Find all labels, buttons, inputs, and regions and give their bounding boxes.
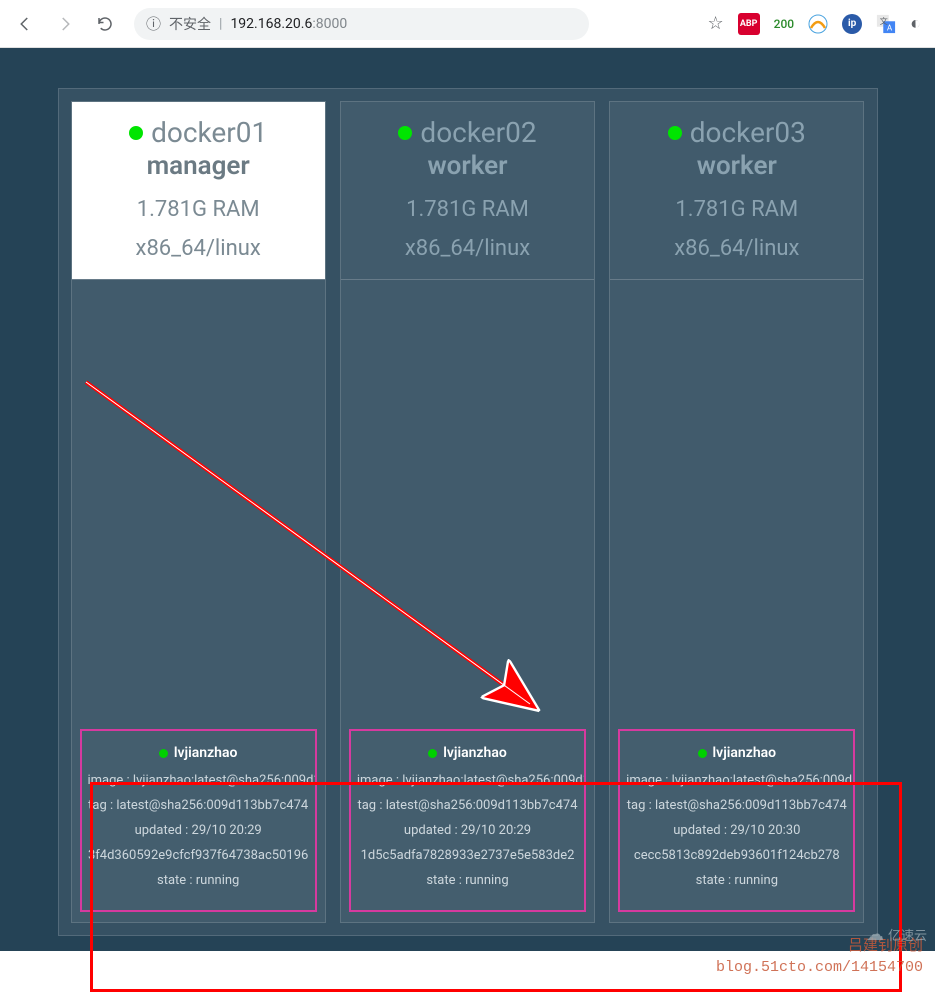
svg-text:A: A — [887, 22, 893, 32]
task-image: image : lvjianzhao:latest@sha256:009d113… — [626, 773, 847, 788]
status-dot-icon — [698, 749, 707, 758]
back-button[interactable] — [8, 7, 42, 41]
cloud-icon: ☁ — [866, 924, 884, 945]
task-card[interactable]: lvjianzhao image : lvjianzhao:latest@sha… — [80, 729, 317, 912]
node-column-docker03[interactable]: docker03 worker 1.781G RAM x86_64/linux … — [609, 101, 864, 923]
task-updated: updated : 29/10 20:29 — [88, 823, 309, 838]
node-ram: 1.781G RAM — [349, 197, 586, 222]
node-header: docker02 worker 1.781G RAM x86_64/linux — [341, 102, 594, 279]
node-column-docker02[interactable]: docker02 worker 1.781G RAM x86_64/linux … — [340, 101, 595, 923]
task-id: 3f4d360592e9cfcf937f64738ac50196 — [88, 848, 309, 863]
task-tag: tag : latest@sha256:009d113bb7c474 — [88, 798, 309, 813]
adblock-icon[interactable]: ABP — [738, 13, 760, 35]
task-card[interactable]: lvjianzhao image : lvjianzhao:latest@sha… — [349, 729, 586, 912]
extensions-area: ☆ ABP 200 ip 文A ◐ — [708, 13, 927, 35]
node-body: lvjianzhao image : lvjianzhao:latest@sha… — [72, 279, 325, 922]
task-updated: updated : 29/10 20:30 — [626, 823, 847, 838]
task-state: state : running — [357, 873, 578, 888]
status-dot-icon — [428, 749, 437, 758]
ip-extension-icon[interactable]: ip — [842, 14, 862, 34]
page-content: docker01 manager 1.781G RAM x86_64/linux… — [0, 48, 935, 951]
node-name: docker03 — [618, 116, 855, 149]
node-role: worker — [618, 151, 855, 181]
task-tag: tag : latest@sha256:009d113bb7c474 — [357, 798, 578, 813]
swarm-board: docker01 manager 1.781G RAM x86_64/linux… — [58, 88, 878, 936]
browser-toolbar: ⓘ 不安全 | 192.168.20.6:8000 ☆ ABP 200 ip 文… — [0, 0, 935, 48]
node-header: docker01 manager 1.781G RAM x86_64/linux — [72, 102, 325, 279]
task-tag: tag : latest@sha256:009d113bb7c474 — [626, 798, 847, 813]
security-label: 不安全 — [169, 14, 211, 34]
separator: | — [219, 16, 222, 32]
node-name: docker02 — [349, 116, 586, 149]
status-dot-icon — [129, 126, 143, 140]
task-id: 1d5c5adfa7828933e2737e5e583de2 — [357, 848, 578, 863]
avast-icon[interactable] — [808, 14, 828, 34]
extension-badge-count: 200 — [774, 17, 794, 31]
site-info-icon[interactable]: ⓘ — [146, 13, 161, 34]
node-header: docker03 worker 1.781G RAM x86_64/linux — [610, 102, 863, 279]
node-role: worker — [349, 151, 586, 181]
status-dot-icon — [159, 749, 168, 758]
google-translate-icon[interactable]: 文A — [876, 14, 896, 34]
address-bar[interactable]: ⓘ 不安全 | 192.168.20.6:8000 — [134, 8, 589, 40]
task-updated: updated : 29/10 20:29 — [357, 823, 578, 838]
task-image: image : lvjianzhao:latest@sha256:009d113… — [88, 773, 309, 788]
status-dot-icon — [668, 126, 682, 140]
task-title: lvjianzhao — [626, 745, 847, 761]
bookmark-star-icon[interactable]: ☆ — [708, 13, 724, 34]
node-body: lvjianzhao image : lvjianzhao:latest@sha… — [341, 279, 594, 922]
node-column-docker01[interactable]: docker01 manager 1.781G RAM x86_64/linux… — [71, 101, 326, 923]
node-ram: 1.781G RAM — [80, 197, 317, 222]
url-text: 192.168.20.6:8000 — [230, 16, 347, 32]
task-state: state : running — [626, 873, 847, 888]
forward-button[interactable] — [48, 7, 82, 41]
watermark-logo: ☁ 亿速云 — [866, 924, 927, 945]
task-id: cecc5813c892deb93601f124cb278 — [626, 848, 847, 863]
node-arch: x86_64/linux — [349, 236, 586, 261]
status-dot-icon — [398, 126, 412, 140]
node-name: docker01 — [80, 116, 317, 149]
node-ram: 1.781G RAM — [618, 197, 855, 222]
node-arch: x86_64/linux — [618, 236, 855, 261]
node-role: manager — [80, 151, 317, 181]
task-state: state : running — [88, 873, 309, 888]
profile-menu-icon[interactable]: ◐ — [910, 13, 921, 34]
task-image: image : lvjianzhao:latest@sha256:009d113… — [357, 773, 578, 788]
node-arch: x86_64/linux — [80, 236, 317, 261]
node-body: lvjianzhao image : lvjianzhao:latest@sha… — [610, 279, 863, 922]
task-title: lvjianzhao — [357, 745, 578, 761]
task-title: lvjianzhao — [88, 745, 309, 761]
reload-button[interactable] — [88, 7, 122, 41]
task-card[interactable]: lvjianzhao image : lvjianzhao:latest@sha… — [618, 729, 855, 912]
